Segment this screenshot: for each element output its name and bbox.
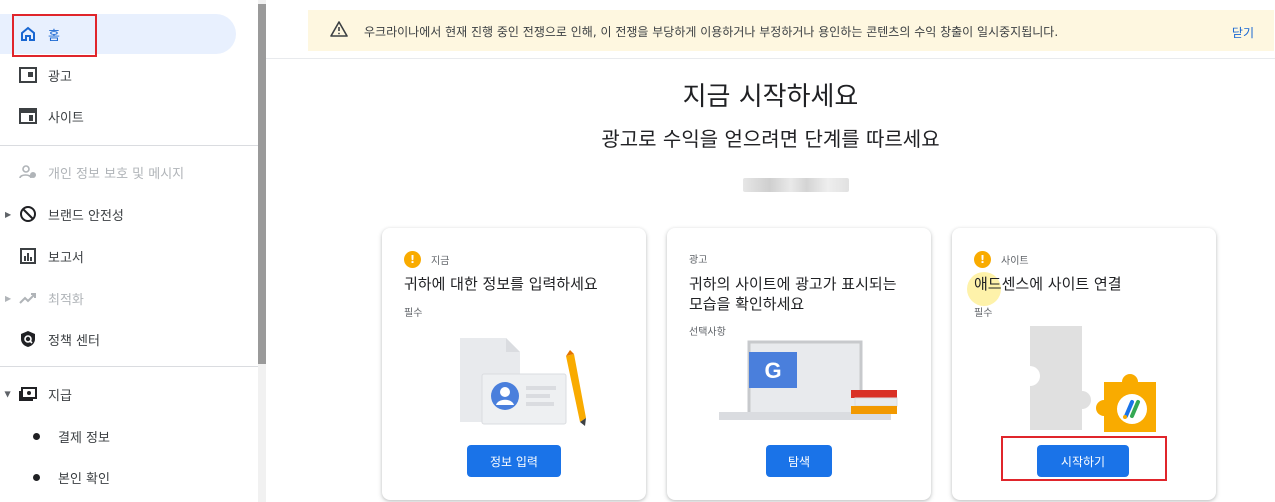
banner-message: 우크라이나에서 현재 진행 중인 전쟁으로 인해, 이 전쟁을 부당하게 이용하…	[364, 25, 1059, 39]
card-enter-info: ! 지금 귀하에 대한 정보를 입력하세요 필수 정보 입력	[382, 228, 646, 500]
page-title: 지금 시작하세요	[682, 82, 859, 112]
sidebar: 홈 광고 사이트 개인 정보 보호 및 메시지 ▶ 브랜드 안전성 보고서 ▶ …	[0, 0, 258, 502]
card-tag-label: 광고	[689, 255, 708, 266]
web-icon	[18, 106, 38, 126]
sidebar-item-label: 광고	[48, 69, 72, 85]
card-tag-label: 사이트	[1001, 256, 1029, 267]
bullet-icon	[33, 432, 40, 440]
card-title: 귀하에 대한 정보를 입력하세요	[404, 275, 598, 293]
sidebar-divider	[0, 366, 258, 367]
content-divider	[266, 58, 1275, 59]
sidebar-item-label: 결제 정보	[58, 430, 110, 446]
trending-up-icon	[18, 288, 38, 308]
bar-chart-icon	[18, 246, 38, 266]
sidebar-item-label: 정책 센터	[48, 333, 100, 349]
sidebar-divider	[0, 145, 258, 146]
sidebar-item-label: 개인 정보 보호 및 메시지	[48, 166, 185, 182]
enter-info-button[interactable]: 정보 입력	[467, 445, 561, 477]
explore-button[interactable]: 탐색	[766, 445, 832, 477]
privacy-person-icon	[18, 162, 38, 182]
sidebar-item-brand-safety[interactable]: ▶ 브랜드 안전성	[0, 194, 236, 234]
policy-shield-icon	[18, 329, 38, 349]
card-title: 귀하의 사이트에 광고가 표시되는 모습을 확인하세요	[689, 275, 897, 313]
card-tag: 광고	[689, 251, 707, 266]
sidebar-item-identity-verification[interactable]: 본인 확인	[0, 457, 236, 497]
id-card-illustration	[460, 338, 586, 426]
google-g-icon: G	[764, 358, 781, 383]
warning-icon	[330, 21, 348, 40]
expand-caret-icon: ▶	[5, 293, 12, 303]
page-subtitle: 광고로 수익을 얻으려면 단계를 따르세요	[601, 127, 940, 151]
card-tag-label: 지금	[431, 256, 450, 267]
sidebar-item-label: 지급	[48, 388, 72, 404]
card-explore-ads: 광고 귀하의 사이트에 광고가 표시되는 모습을 확인하세요 선택사항 G 탐색	[667, 228, 931, 500]
sidebar-item-ads[interactable]: 광고	[0, 55, 236, 95]
laptop-illustration: G	[719, 340, 898, 420]
card-tag: ! 지금	[404, 251, 449, 268]
expand-caret-icon: ▶	[5, 209, 12, 219]
sidebar-item-label: 사이트	[48, 110, 84, 126]
sidebar-item-payments[interactable]: ▶ 지급	[0, 374, 236, 414]
sidebar-item-label: 본인 확인	[58, 471, 110, 487]
bullet-icon	[33, 473, 40, 481]
scrollbar-thumb[interactable]	[258, 4, 266, 364]
alert-icon: !	[974, 251, 991, 268]
alert-icon: !	[404, 251, 421, 268]
card-connect-site: ! 사이트 애드센스에 사이트 연결 필수 시작하기	[952, 228, 1216, 500]
sidebar-item-sites[interactable]: 사이트	[0, 96, 236, 136]
card-tag: ! 사이트	[974, 251, 1029, 268]
sidebar-item-policy-center[interactable]: 정책 센터	[0, 319, 236, 359]
annotation-box-home	[12, 14, 97, 57]
sidebar-scrollbar[interactable]	[258, 0, 266, 502]
sidebar-item-label: 보고서	[48, 250, 84, 266]
collapse-caret-icon: ▶	[3, 390, 13, 398]
card-requirement: 선택사항	[689, 327, 726, 338]
payments-icon	[18, 384, 38, 404]
card-requirement: 필수	[974, 308, 993, 319]
sidebar-item-label: 브랜드 안전성	[48, 208, 124, 224]
card-title: 애드센스에 사이트 연결	[974, 275, 1122, 293]
banner-close-button[interactable]: 닫기	[1232, 24, 1254, 41]
annotation-box-get-started	[1001, 436, 1167, 481]
sidebar-item-optimization[interactable]: ▶ 최적화	[0, 278, 236, 318]
ad-units-icon	[18, 65, 38, 85]
sidebar-item-payment-info[interactable]: 결제 정보	[0, 416, 236, 456]
sidebar-item-label: 최적화	[48, 292, 84, 308]
puzzle-illustration	[1022, 326, 1156, 432]
redacted-text	[743, 178, 849, 192]
notice-banner: 우크라이나에서 현재 진행 중인 전쟁으로 인해, 이 전쟁을 부당하게 이용하…	[308, 10, 1274, 51]
card-requirement: 필수	[404, 308, 423, 319]
sidebar-item-privacy[interactable]: 개인 정보 보호 및 메시지	[0, 152, 236, 192]
sidebar-item-reports[interactable]: 보고서	[0, 236, 236, 276]
block-icon	[18, 204, 38, 224]
